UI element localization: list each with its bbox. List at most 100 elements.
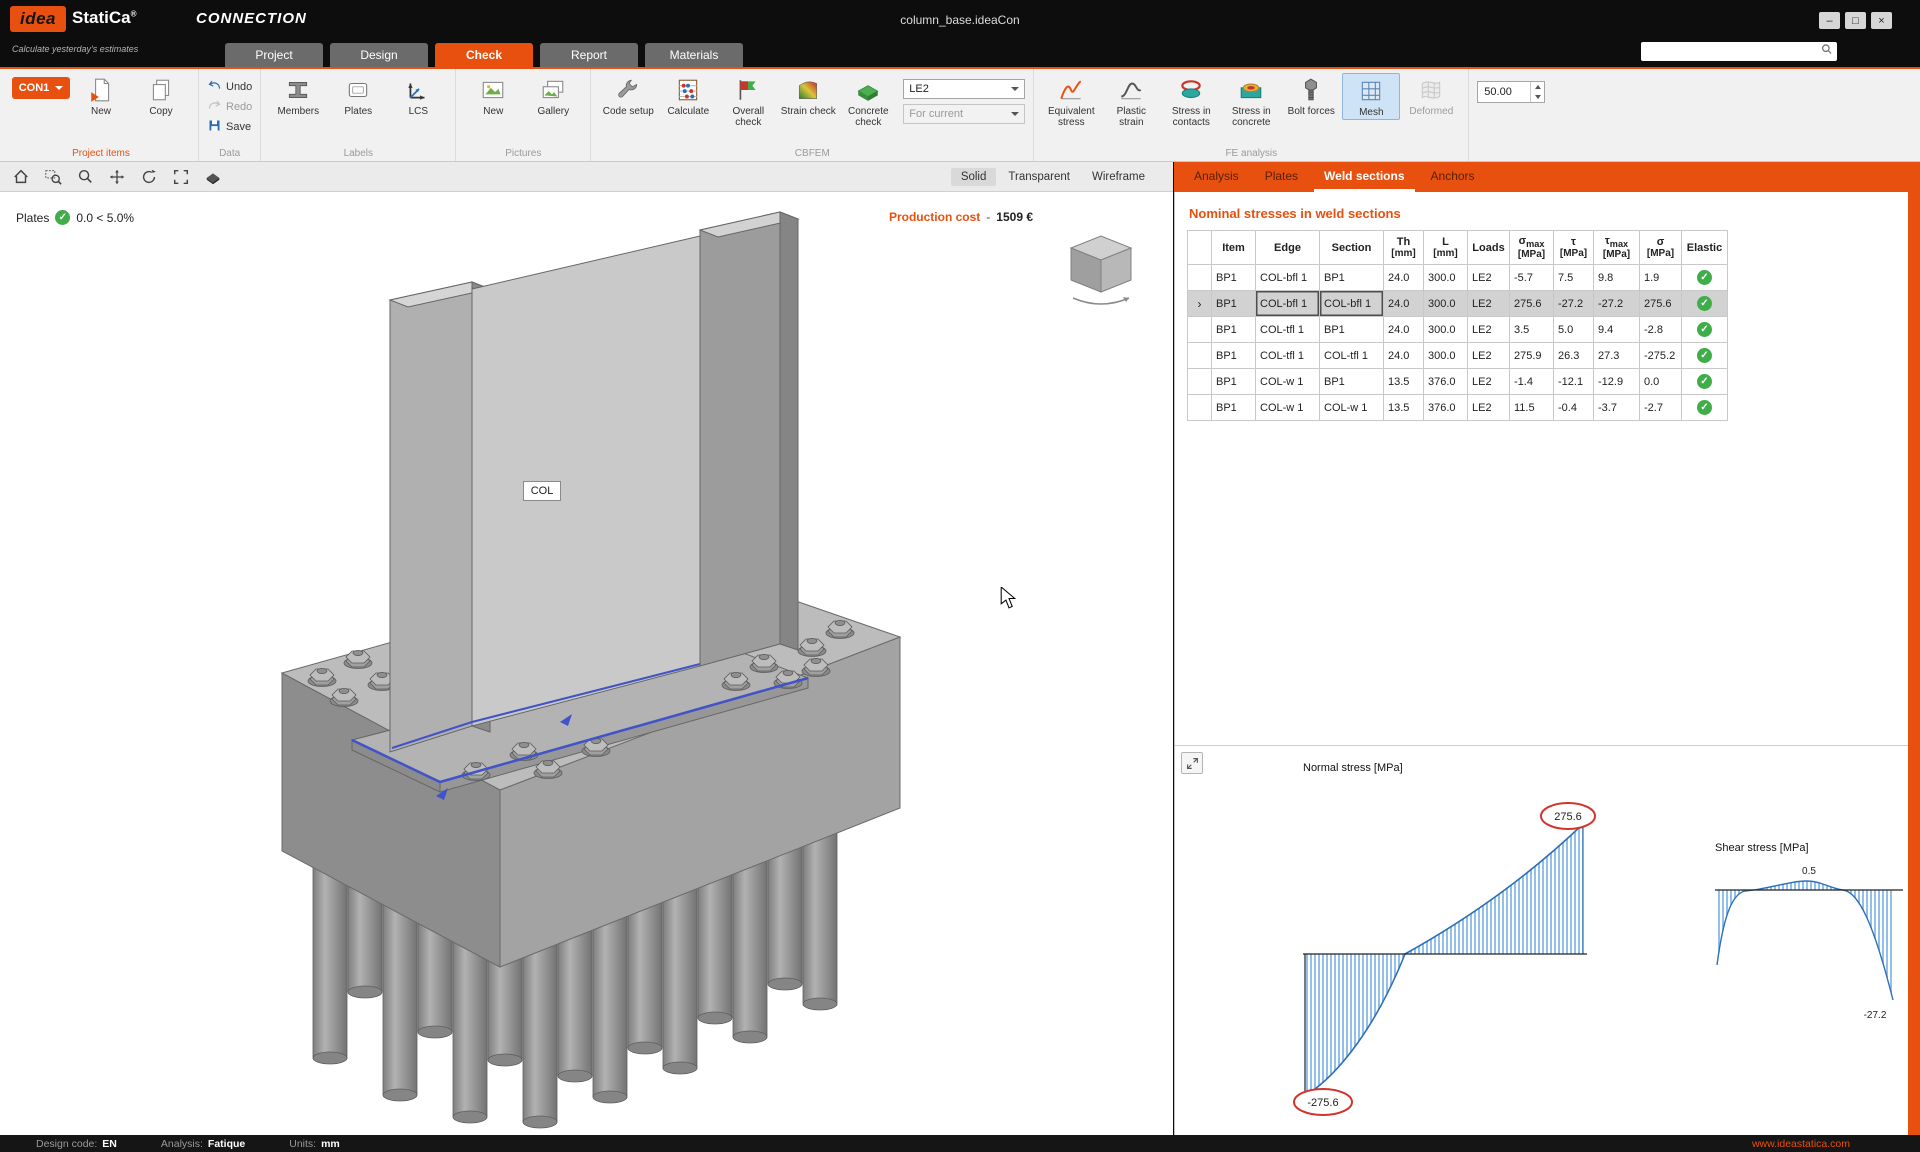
- bolt-forces-button[interactable]: Bolt forces: [1282, 73, 1340, 118]
- tab-materials[interactable]: Materials: [645, 43, 743, 67]
- cell-th[interactable]: 24.0: [1384, 317, 1424, 343]
- cell-loads[interactable]: LE2: [1468, 317, 1510, 343]
- stress-in-contacts-button[interactable]: Stress in contacts: [1162, 73, 1220, 129]
- clipping-plane-button[interactable]: [200, 165, 226, 189]
- navigation-cube[interactable]: [1051, 224, 1151, 315]
- row-expander[interactable]: ›: [1188, 291, 1212, 317]
- right-scrollbar[interactable]: [1908, 162, 1920, 1135]
- cell-tau[interactable]: -12.1: [1554, 369, 1594, 395]
- cell-loads[interactable]: LE2: [1468, 343, 1510, 369]
- cell-section[interactable]: COL-w 1: [1320, 395, 1384, 421]
- cell-item[interactable]: BP1: [1212, 265, 1256, 291]
- cell-th[interactable]: 13.5: [1384, 395, 1424, 421]
- new-project-item-button[interactable]: New: [72, 73, 130, 118]
- cell-sigma-max[interactable]: -5.7: [1510, 265, 1554, 291]
- cell-sigma[interactable]: 1.9: [1640, 265, 1682, 291]
- concrete-check-button[interactable]: Concrete check: [839, 73, 897, 129]
- code-setup-button[interactable]: Code setup: [599, 73, 657, 118]
- cell-section[interactable]: BP1: [1320, 317, 1384, 343]
- cell-l[interactable]: 300.0: [1424, 317, 1468, 343]
- cell-edge[interactable]: COL-w 1: [1256, 369, 1320, 395]
- cell-th[interactable]: 24.0: [1384, 343, 1424, 369]
- table-row[interactable]: BP1 COL-w 1 COL-w 1 13.5 376.0 LE2 11.5 …: [1188, 395, 1728, 421]
- tab-weld-sections[interactable]: Weld sections: [1314, 162, 1414, 192]
- cell-loads[interactable]: LE2: [1468, 369, 1510, 395]
- cell-tau-max[interactable]: 9.4: [1594, 317, 1640, 343]
- cell-tau[interactable]: -0.4: [1554, 395, 1594, 421]
- zoom-window-button[interactable]: [40, 165, 66, 189]
- gallery-button[interactable]: Gallery: [524, 73, 582, 118]
- table-row[interactable]: BP1 COL-tfl 1 BP1 24.0 300.0 LE2 3.5 5.0…: [1188, 317, 1728, 343]
- tab-analysis[interactable]: Analysis: [1184, 162, 1249, 192]
- cell-tau[interactable]: 5.0: [1554, 317, 1594, 343]
- cell-tau-max[interactable]: 27.3: [1594, 343, 1640, 369]
- plastic-strain-button[interactable]: Plastic strain: [1102, 73, 1160, 129]
- redo-button[interactable]: Redo: [207, 98, 252, 115]
- cell-tau-max[interactable]: -3.7: [1594, 395, 1640, 421]
- new-picture-button[interactable]: New: [464, 73, 522, 118]
- cell-sigma[interactable]: 0.0: [1640, 369, 1682, 395]
- table-row-selected[interactable]: › BP1 COL-bfl 1 COL-bfl 1 24.0 300.0 LE2…: [1188, 291, 1728, 317]
- cell-item[interactable]: BP1: [1212, 343, 1256, 369]
- cell-tau-max[interactable]: -12.9: [1594, 369, 1640, 395]
- cell-sigma-max[interactable]: 3.5: [1510, 317, 1554, 343]
- cell-tau[interactable]: 26.3: [1554, 343, 1594, 369]
- cell-section[interactable]: BP1: [1320, 265, 1384, 291]
- members-toggle-button[interactable]: Members: [269, 73, 327, 118]
- view-mode-wireframe[interactable]: Wireframe: [1082, 168, 1155, 186]
- equivalent-stress-button[interactable]: Equivalent stress: [1042, 73, 1100, 129]
- cell-item[interactable]: BP1: [1212, 291, 1256, 317]
- cell-loads[interactable]: LE2: [1468, 395, 1510, 421]
- website-link[interactable]: www.ideastatica.com: [1752, 1138, 1850, 1150]
- cell-sigma-max[interactable]: -1.4: [1510, 369, 1554, 395]
- cell-edge[interactable]: COL-w 1: [1256, 395, 1320, 421]
- stress-in-concrete-button[interactable]: Stress in concrete: [1222, 73, 1280, 129]
- tab-plates[interactable]: Plates: [1255, 162, 1308, 192]
- cell-section[interactable]: BP1: [1320, 369, 1384, 395]
- spinner-up-button[interactable]: [1531, 82, 1544, 92]
- deformed-toggle-button[interactable]: Deformed: [1402, 73, 1460, 118]
- lcs-toggle-button[interactable]: LCS: [389, 73, 447, 118]
- cell-tau[interactable]: 7.5: [1554, 265, 1594, 291]
- minimize-button[interactable]: –: [1819, 12, 1840, 29]
- cell-item[interactable]: BP1: [1212, 395, 1256, 421]
- view-mode-transparent[interactable]: Transparent: [998, 168, 1080, 186]
- view-mode-solid[interactable]: Solid: [951, 168, 997, 186]
- cell-section[interactable]: COL-tfl 1: [1320, 343, 1384, 369]
- cell-edge[interactable]: COL-bfl 1: [1256, 265, 1320, 291]
- cell-sigma-max[interactable]: 11.5: [1510, 395, 1554, 421]
- cell-th[interactable]: 24.0: [1384, 291, 1424, 317]
- table-row[interactable]: BP1 COL-w 1 BP1 13.5 376.0 LE2 -1.4 -12.…: [1188, 369, 1728, 395]
- tab-design[interactable]: Design: [330, 43, 428, 67]
- cell-edge[interactable]: COL-bfl 1: [1256, 291, 1320, 317]
- copy-project-item-button[interactable]: Copy: [132, 73, 190, 118]
- cell-tau-max[interactable]: 9.8: [1594, 265, 1640, 291]
- cell-sigma[interactable]: -2.7: [1640, 395, 1682, 421]
- expand-charts-button[interactable]: [1181, 752, 1203, 774]
- mesh-toggle-button[interactable]: Mesh: [1342, 73, 1400, 120]
- zoom-button[interactable]: [72, 165, 98, 189]
- cell-elastic[interactable]: [1682, 291, 1728, 317]
- spinner-down-button[interactable]: [1531, 92, 1544, 102]
- cell-l[interactable]: 300.0: [1424, 291, 1468, 317]
- cell-loads[interactable]: LE2: [1468, 265, 1510, 291]
- home-view-button[interactable]: [8, 165, 34, 189]
- 3d-viewport[interactable]: Plates 0.0 < 5.0% Production cost - 1509…: [0, 192, 1173, 1135]
- strain-check-button[interactable]: Strain check: [779, 73, 837, 118]
- cell-tau-max[interactable]: -27.2: [1594, 291, 1640, 317]
- table-row[interactable]: BP1 COL-tfl 1 COL-tfl 1 24.0 300.0 LE2 2…: [1188, 343, 1728, 369]
- overall-check-button[interactable]: Overall check: [719, 73, 777, 129]
- cell-item[interactable]: BP1: [1212, 369, 1256, 395]
- cell-elastic[interactable]: [1682, 317, 1728, 343]
- cell-l[interactable]: 376.0: [1424, 369, 1468, 395]
- deformed-scale-spinner[interactable]: 50.00: [1477, 81, 1545, 103]
- cell-elastic[interactable]: [1682, 343, 1728, 369]
- tab-report[interactable]: Report: [540, 43, 638, 67]
- undo-button[interactable]: Undo: [207, 78, 252, 95]
- pan-button[interactable]: [104, 165, 130, 189]
- cell-item[interactable]: BP1: [1212, 317, 1256, 343]
- close-button[interactable]: ×: [1871, 12, 1892, 29]
- cell-sigma[interactable]: -2.8: [1640, 317, 1682, 343]
- cell-sigma-max[interactable]: 275.9: [1510, 343, 1554, 369]
- tab-project[interactable]: Project: [225, 43, 323, 67]
